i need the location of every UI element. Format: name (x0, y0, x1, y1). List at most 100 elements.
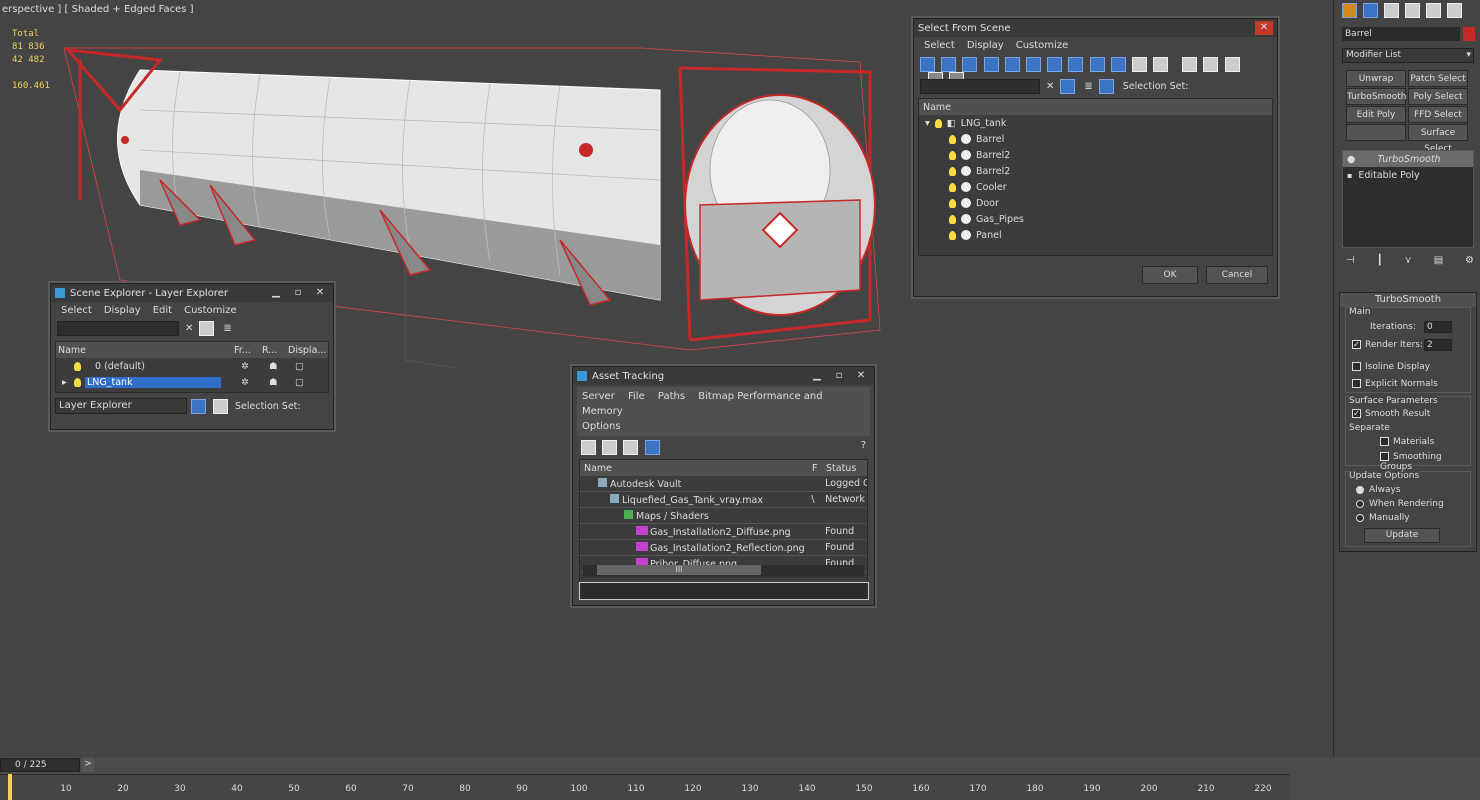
create-tab-icon[interactable] (1342, 3, 1357, 18)
freeze-icon[interactable]: ✲ (241, 361, 269, 372)
minimize-icon[interactable]: ▁ (267, 286, 285, 300)
menu-select[interactable]: Select (924, 40, 955, 51)
column-name[interactable]: Name (56, 345, 234, 356)
filter-shapes-icon[interactable] (941, 57, 957, 72)
table-row[interactable]: Liquefied_Gas_Tank_vray.max \ Network I (580, 492, 867, 508)
scene-explorer-window[interactable]: Scene Explorer - Layer Explorer ▁ ▫ ✕ Se… (50, 283, 334, 430)
table-row[interactable]: Gas_Installation2_Reflection.png Found (580, 540, 867, 556)
find-icon[interactable] (199, 321, 215, 336)
column-header-name[interactable]: Name (919, 99, 1272, 115)
menu-paths[interactable]: Paths (658, 391, 685, 402)
column-display[interactable]: Displa... (288, 345, 326, 356)
filter-lights-icon[interactable] (962, 57, 978, 72)
lightbulb-icon[interactable] (949, 150, 956, 160)
expand-arrow-icon[interactable]: ▸ (56, 377, 74, 388)
lightbulb-icon[interactable] (949, 182, 956, 192)
filter-bones-icon[interactable] (1089, 57, 1105, 72)
teapot-icon[interactable]: ☗ (269, 361, 295, 372)
configure-sets-icon[interactable]: ⚙ (1465, 255, 1474, 266)
close-icon[interactable]: ✕ (311, 286, 329, 300)
update-button[interactable]: Update (1364, 528, 1440, 543)
lightbulb-icon[interactable] (934, 118, 942, 128)
clear-search-icon[interactable]: ✕ (185, 323, 193, 334)
grid-view-icon[interactable] (644, 440, 660, 455)
motion-tab-icon[interactable] (1405, 3, 1420, 18)
select-all-icon[interactable] (1182, 57, 1198, 72)
filter-geometry-icon[interactable] (920, 57, 935, 72)
modifier-button[interactable]: Edit Poly (1346, 106, 1406, 123)
column-render[interactable]: R... (262, 345, 288, 356)
display-tab-icon[interactable] (1426, 3, 1441, 18)
time-slider[interactable]: 0 / 225 (0, 758, 80, 772)
list-item[interactable]: Barrel2 (919, 163, 1272, 179)
menu-server[interactable]: Server (582, 391, 615, 402)
menu-bitmap-performance[interactable]: Bitmap Performance and Memory (582, 391, 823, 417)
render-iters-spinner[interactable]: 2 (1424, 339, 1452, 351)
show-end-result-icon[interactable]: ┃ (1377, 255, 1383, 266)
menu-options[interactable]: Options (582, 421, 621, 432)
object-color-swatch[interactable] (1463, 27, 1475, 41)
filter-frozen-icon[interactable] (1131, 57, 1147, 72)
explicit-normals-checkbox[interactable]: Explicit Normals (1352, 379, 1438, 389)
modifier-button[interactable]: Surface Select (1408, 124, 1468, 154)
lightbulb-icon[interactable] (74, 361, 81, 371)
scrollbar-thumb[interactable]: III (597, 565, 761, 575)
select-from-scene-dialog[interactable]: Select From Scene ✕ Select Display Custo… (913, 18, 1278, 297)
filter-hidden-icon[interactable] (1153, 57, 1169, 72)
manually-radio[interactable]: Manually (1356, 513, 1410, 523)
layer-row[interactable]: ▸ LNG_tank ✲ ☗ ▢ (56, 374, 328, 390)
layer-row[interactable]: 0 (default) ✲ ☗ ▢ (56, 358, 328, 374)
lightbulb-icon[interactable] (74, 377, 81, 387)
list-item[interactable]: Panel (919, 227, 1272, 243)
menu-customize[interactable]: Customize (1016, 40, 1069, 51)
modifier-button[interactable]: TurboSmooth (1346, 88, 1406, 105)
modifier-button[interactable] (1346, 124, 1406, 141)
menu-edit[interactable]: Edit (153, 305, 172, 316)
display-icon[interactable]: ▢ (295, 377, 304, 388)
column-frozen[interactable]: Fr... (234, 345, 262, 356)
render-iters-row[interactable]: ✓ Render Iters: (1352, 340, 1423, 350)
search-input[interactable] (920, 78, 1040, 94)
ok-button[interactable]: OK (1142, 266, 1198, 284)
stack-item[interactable]: ● TurboSmooth (1343, 151, 1473, 167)
timeline[interactable]: 0 / 225 > 10 20 30 40 50 60 70 80 90 100 110 120 130… (0, 757, 1480, 800)
modify-tab-icon[interactable] (1363, 3, 1378, 18)
column-name[interactable]: Name (580, 463, 812, 474)
utilities-tab-icon[interactable] (1447, 3, 1462, 18)
refresh-icon[interactable] (581, 440, 596, 455)
close-icon[interactable]: ✕ (1255, 21, 1273, 35)
expand-arrow-icon[interactable]: ▾ (925, 118, 930, 129)
menu-file[interactable]: File (628, 391, 645, 402)
pin-stack-icon[interactable]: ⊣ (1346, 255, 1355, 266)
explorer-type-dropdown[interactable]: Layer Explorer (55, 398, 187, 414)
modifier-list-dropdown[interactable]: Modifier List ▾ (1342, 48, 1474, 63)
layers-icon[interactable]: ≣ (1084, 81, 1092, 92)
stack-item[interactable]: ▪ Editable Poly (1343, 167, 1473, 183)
freeze-icon[interactable]: ✲ (241, 377, 269, 388)
asset-tracking-window[interactable]: Asset Tracking ▁ ▫ ✕ Server File Paths B… (572, 366, 875, 606)
help-icon[interactable]: ? (861, 440, 866, 451)
object-list[interactable]: Name ▾ ◧ LNG_tank Barrel Barrel2 Barrel2 Co… (918, 98, 1273, 256)
maximize-icon[interactable]: ▫ (830, 369, 848, 383)
filter-xrefs-icon[interactable] (1068, 57, 1084, 72)
menu-customize[interactable]: Customize (184, 305, 237, 316)
minimize-icon[interactable]: ▁ (808, 369, 826, 383)
modifier-button[interactable]: Patch Select (1408, 70, 1468, 87)
select-none-icon[interactable] (1203, 57, 1219, 72)
smooth-result-checkbox[interactable]: ✓ Smooth Result (1352, 409, 1430, 419)
close-icon[interactable]: ✕ (852, 369, 870, 383)
list-item[interactable]: Cooler (919, 179, 1272, 195)
materials-checkbox[interactable]: Materials (1380, 437, 1434, 447)
next-frame-button[interactable]: > (82, 758, 94, 772)
menu-select[interactable]: Select (61, 305, 92, 316)
object-name-field[interactable]: Barrel (1342, 27, 1460, 41)
isoline-checkbox[interactable]: Isoline Display (1352, 362, 1430, 372)
asset-table[interactable]: Name F Status Autodesk Vault Logged O Liqu… (579, 459, 868, 589)
clear-search-icon[interactable]: ✕ (1046, 81, 1054, 92)
filter-spacewarps-icon[interactable] (1025, 57, 1041, 72)
rollout-title[interactable]: TurboSmooth (1340, 293, 1476, 307)
tree-root[interactable]: ▾ ◧ LNG_tank (919, 115, 1272, 131)
when-rendering-radio[interactable]: When Rendering (1356, 499, 1444, 509)
menu-display[interactable]: Display (967, 40, 1004, 51)
teapot-icon[interactable]: ☗ (269, 377, 295, 388)
